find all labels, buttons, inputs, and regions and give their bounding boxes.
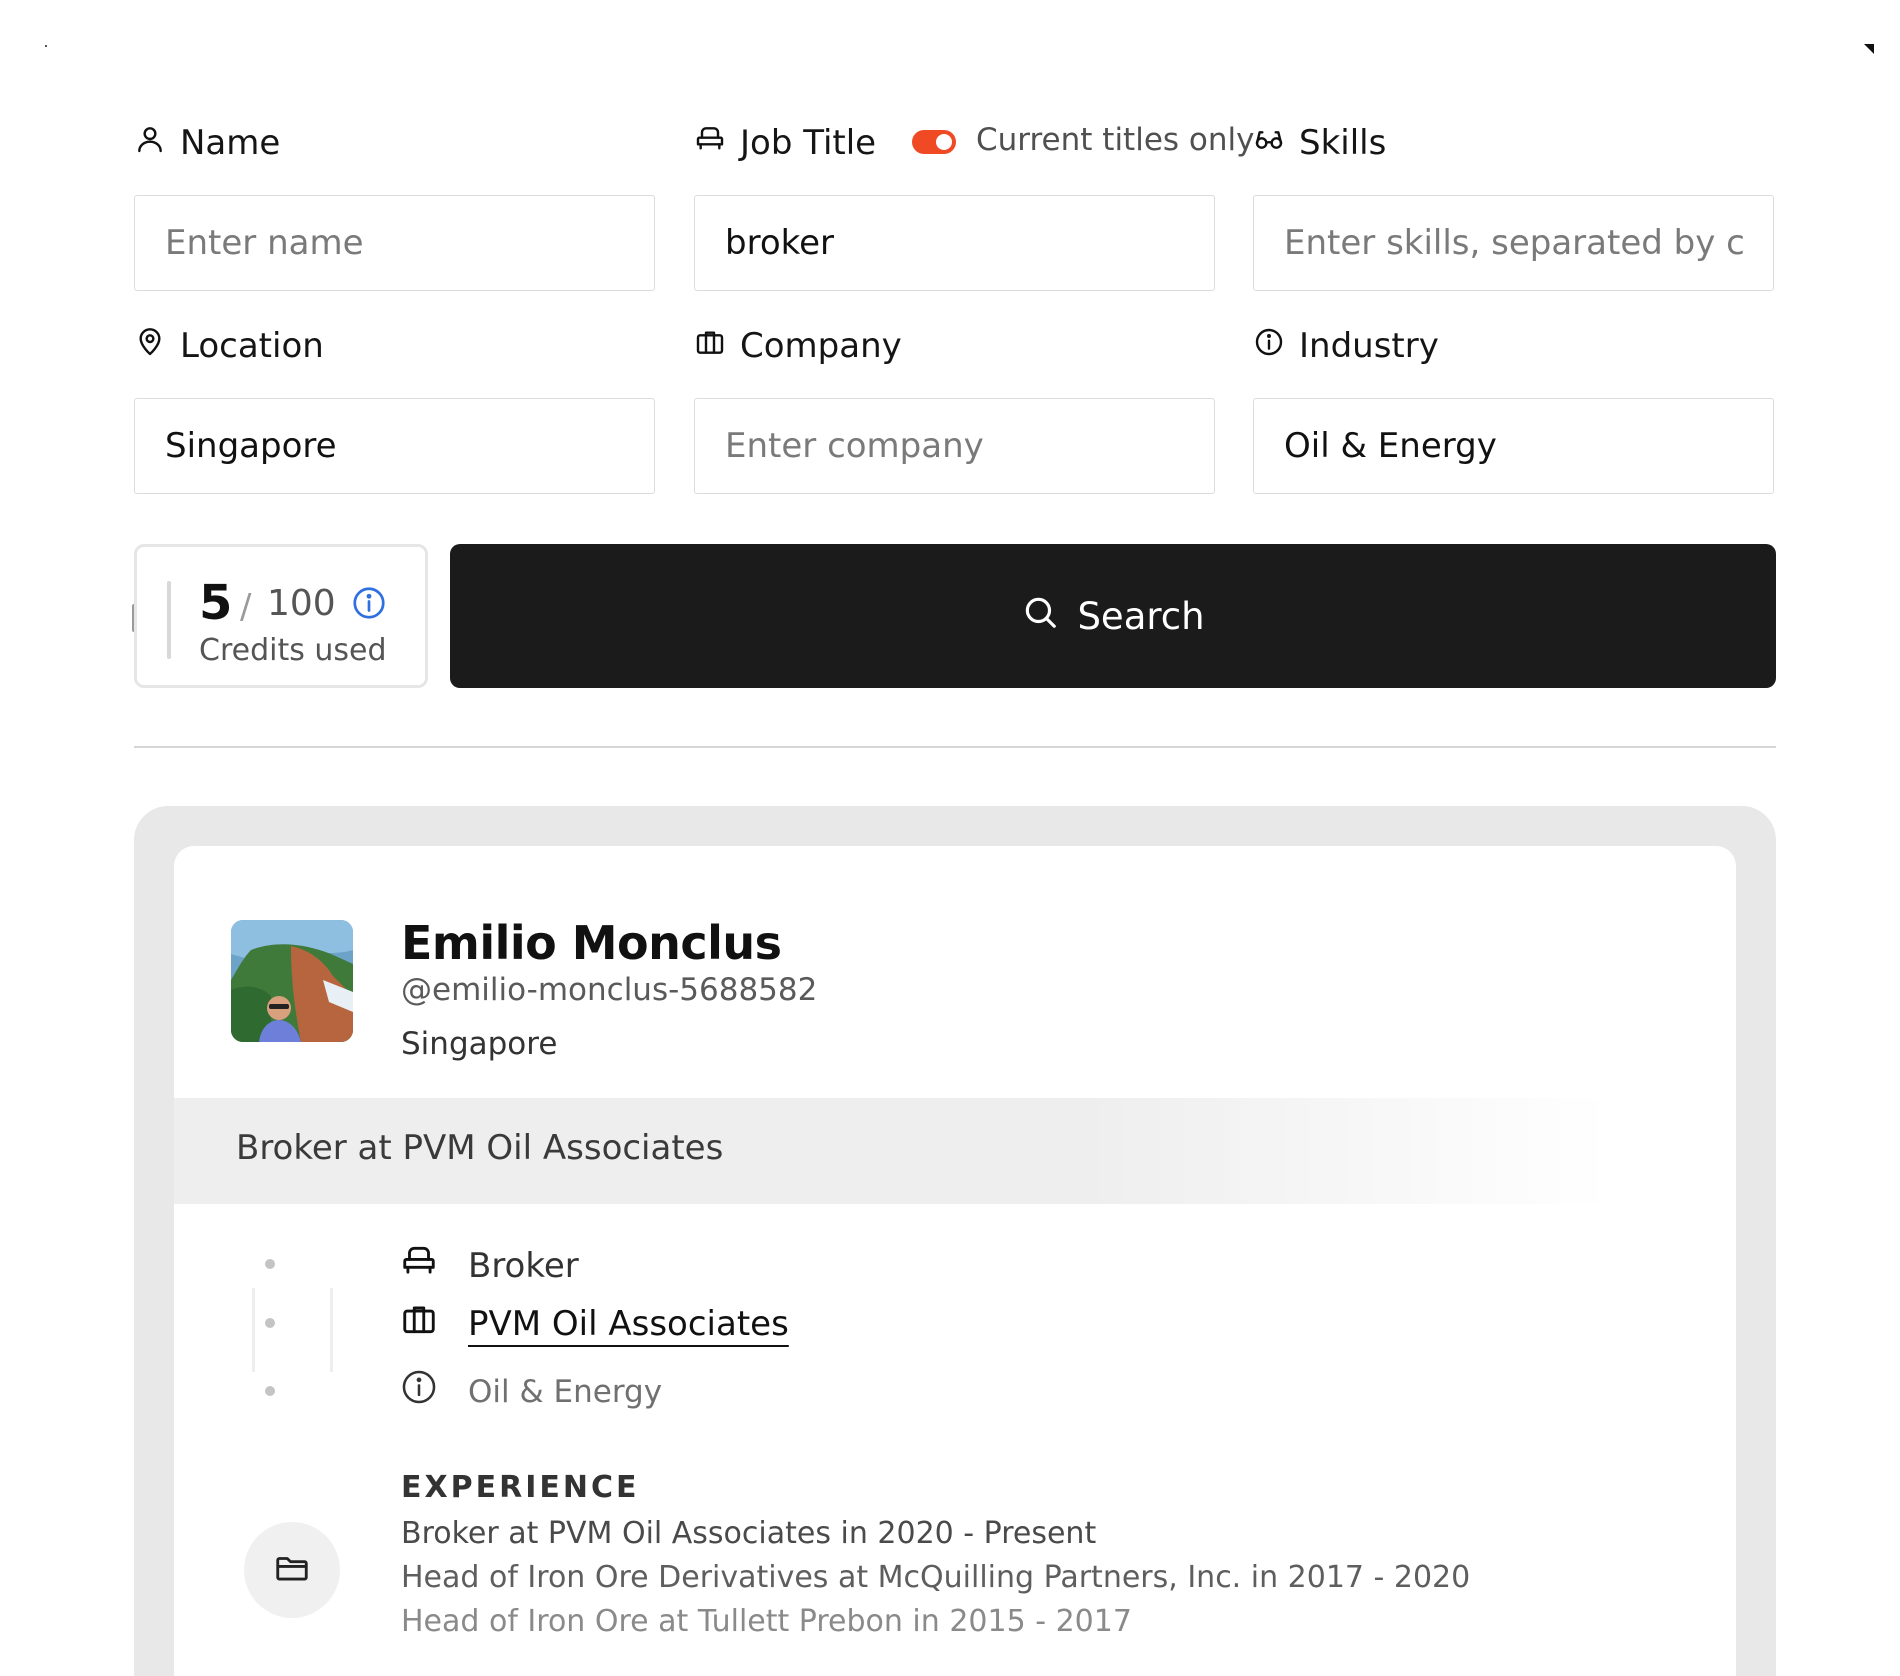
person-location: Singapore <box>401 1026 558 1062</box>
credits-total: 100 <box>267 583 336 624</box>
detail-title: Broker <box>468 1245 579 1286</box>
location-label: Location <box>134 321 324 371</box>
briefcase-icon <box>694 326 726 367</box>
map-pin-icon <box>134 326 166 367</box>
credits-accent-bar <box>167 581 171 659</box>
experience-item: Head of Iron Ore Derivatives at McQuilli… <box>401 1560 1471 1595</box>
corner-resize-indicator <box>1864 44 1874 54</box>
info-icon <box>400 1368 438 1415</box>
armchair-icon <box>694 123 726 164</box>
industry-input[interactable] <box>1253 398 1774 494</box>
skills-label: Skills <box>1253 118 1386 168</box>
credits-info-icon[interactable] <box>351 585 387 621</box>
current-titles-label: Current titles only <box>976 122 1255 158</box>
name-label-text: Name <box>180 123 281 163</box>
user-icon <box>134 123 166 164</box>
rail-dot <box>265 1259 275 1269</box>
skills-input[interactable] <box>1253 195 1774 291</box>
rail-line <box>252 1288 255 1372</box>
corner-artifact <box>45 45 47 47</box>
industry-label-text: Industry <box>1299 326 1439 366</box>
briefcase-icon <box>400 1300 438 1347</box>
headline-band: Broker at PVM Oil Associates <box>174 1098 1736 1204</box>
person-headline: Broker at PVM Oil Associates <box>236 1128 724 1168</box>
name-label: Name <box>134 118 280 168</box>
section-divider <box>134 746 1776 748</box>
credits-caption: Credits used <box>199 633 387 668</box>
person-handle: @emilio-monclus-5688582 <box>401 972 818 1008</box>
job-title-label-text: Job Title <box>740 123 877 163</box>
detail-industry-row: Oil & Energy <box>400 1368 662 1415</box>
industry-label: Industry <box>1253 321 1439 371</box>
experience-item: Broker at PVM Oil Associates in 2020 - P… <box>401 1516 1097 1551</box>
job-title-input[interactable] <box>694 195 1215 291</box>
credits-panel: 5 / 100 Credits used <box>134 544 428 688</box>
rail-dot <box>265 1318 275 1328</box>
glasses-icon <box>1253 123 1285 164</box>
job-title-label: Job Title <box>694 118 876 168</box>
company-label: Company <box>694 321 902 371</box>
profile-card[interactable]: Emilio Monclus @emilio-monclus-5688582 S… <box>174 846 1736 1676</box>
experience-heading: EXPERIENCE <box>401 1470 640 1505</box>
company-link[interactable]: PVM Oil Associates <box>468 1304 789 1344</box>
skills-label-text: Skills <box>1299 123 1387 163</box>
credits-used-count: 5 <box>199 575 233 631</box>
experience-item: Head of Iron Ore at Tullett Prebon in 20… <box>401 1604 1132 1639</box>
info-icon <box>1253 326 1285 367</box>
search-button[interactable]: Search <box>450 544 1776 688</box>
rail-line <box>330 1288 333 1372</box>
armchair-icon <box>400 1242 438 1289</box>
detail-title-row: Broker <box>400 1242 579 1289</box>
location-input[interactable] <box>134 398 655 494</box>
name-input[interactable] <box>134 195 655 291</box>
location-label-text: Location <box>180 326 324 366</box>
toggle-knob <box>936 134 952 150</box>
search-icon <box>1021 593 1059 640</box>
rail-dot <box>265 1386 275 1396</box>
credits-separator: / <box>240 587 252 627</box>
current-titles-toggle[interactable] <box>912 130 956 154</box>
person-name[interactable]: Emilio Monclus <box>401 916 782 970</box>
avatar <box>231 920 353 1042</box>
results-panel: Emilio Monclus @emilio-monclus-5688582 S… <box>134 806 1776 1676</box>
detail-company-row: PVM Oil Associates <box>400 1300 789 1347</box>
folder-icon <box>273 1549 311 1591</box>
search-button-label: Search <box>1077 594 1205 638</box>
company-input[interactable] <box>694 398 1215 494</box>
detail-industry: Oil & Energy <box>468 1373 663 1410</box>
folder-button[interactable] <box>244 1522 340 1618</box>
company-label-text: Company <box>740 326 902 366</box>
